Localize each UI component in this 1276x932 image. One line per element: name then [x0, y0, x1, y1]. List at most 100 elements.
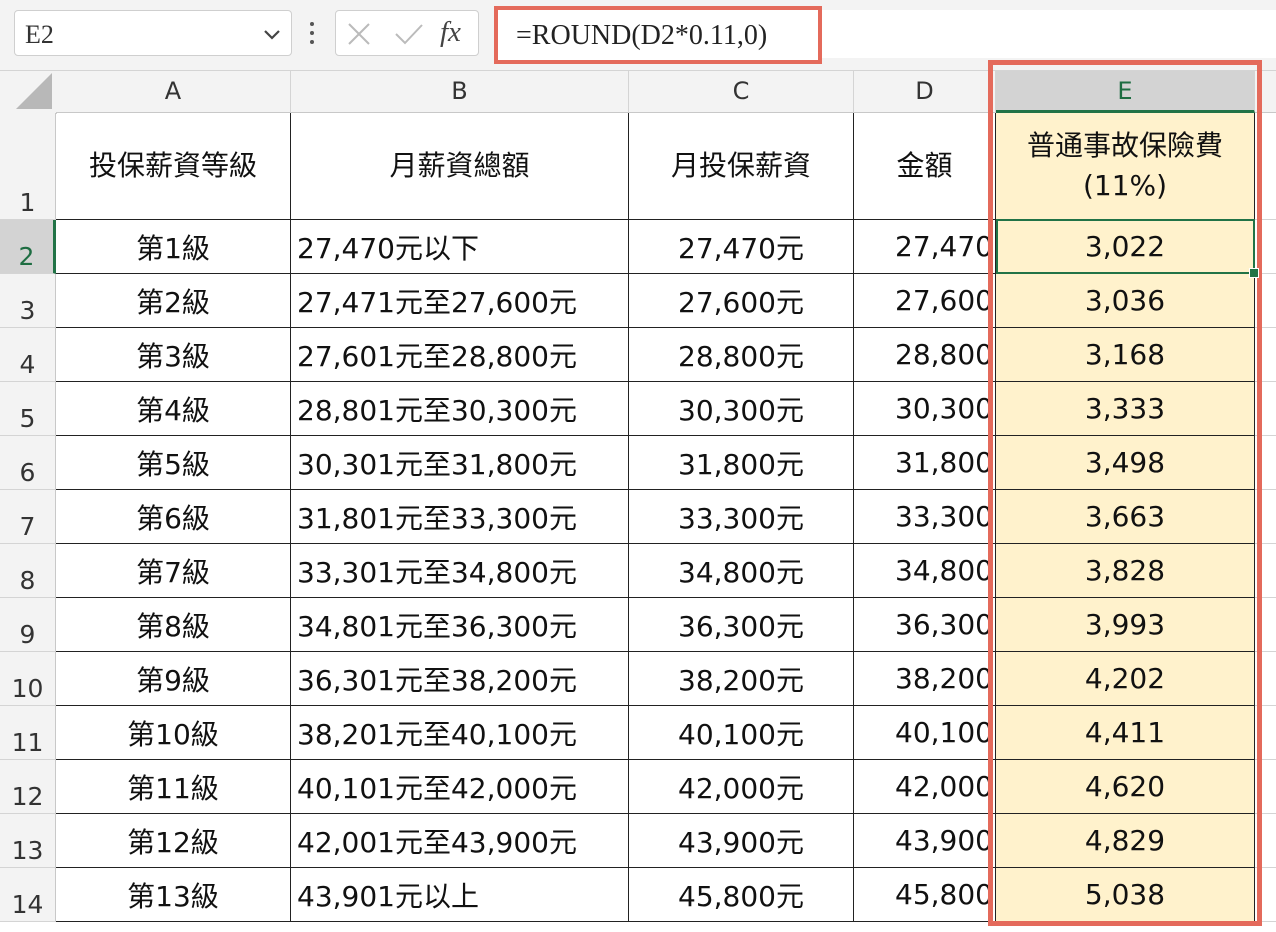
fill-handle[interactable]	[1249, 268, 1259, 278]
cell-b3[interactable]: 27,471元至27,600元	[291, 274, 629, 328]
cell-f11[interactable]	[1255, 706, 1276, 760]
column-header-c[interactable]: C	[629, 71, 854, 113]
cell-c7[interactable]: 33,300元	[629, 490, 854, 544]
cell-c14[interactable]: 45,800元	[629, 868, 854, 922]
row-header-12[interactable]: 12	[0, 760, 56, 814]
cell-a12[interactable]: 第11級	[56, 760, 291, 814]
cell-e5[interactable]: 3,333	[996, 382, 1255, 436]
formula-input[interactable]: =ROUND(D2*0.11,0)	[494, 6, 822, 64]
cell-d4[interactable]: 28,800	[854, 328, 996, 382]
row-header-13[interactable]: 13	[0, 814, 56, 868]
cell-d12[interactable]: 42,000	[854, 760, 996, 814]
cell-d9[interactable]: 36,300	[854, 598, 996, 652]
cell-a10[interactable]: 第9級	[56, 652, 291, 706]
cell-f9[interactable]	[1255, 598, 1276, 652]
cell-c11[interactable]: 40,100元	[629, 706, 854, 760]
cell-d2[interactable]: 27,470	[854, 220, 996, 274]
cell-b14[interactable]: 43,901元以上	[291, 868, 629, 922]
column-header-f[interactable]	[1255, 71, 1276, 113]
cell-b10[interactable]: 36,301元至38,200元	[291, 652, 629, 706]
cell-f12[interactable]	[1255, 760, 1276, 814]
row-header-5[interactable]: 5	[0, 382, 56, 436]
cell-a13[interactable]: 第12級	[56, 814, 291, 868]
header-cell-e[interactable]: 普通事故保險費 (11%)	[996, 113, 1255, 220]
cell-f4[interactable]	[1255, 328, 1276, 382]
column-header-e[interactable]: E	[996, 71, 1255, 113]
cell-b5[interactable]: 28,801元至30,300元	[291, 382, 629, 436]
row-header-11[interactable]: 11	[0, 706, 56, 760]
cell-c5[interactable]: 30,300元	[629, 382, 854, 436]
row-header-14[interactable]: 14	[0, 868, 56, 922]
cell-e3[interactable]: 3,036	[996, 274, 1255, 328]
row-header-2[interactable]: 2	[0, 220, 56, 274]
cell-e7[interactable]: 3,663	[996, 490, 1255, 544]
header-cell-a[interactable]: 投保薪資等級	[56, 113, 291, 220]
cell-d7[interactable]: 33,300	[854, 490, 996, 544]
cell-e8[interactable]: 3,828	[996, 544, 1255, 598]
cell-f3[interactable]	[1255, 274, 1276, 328]
cell-a8[interactable]: 第7級	[56, 544, 291, 598]
row-header-4[interactable]: 4	[0, 328, 56, 382]
cell-c8[interactable]: 34,800元	[629, 544, 854, 598]
cell-c3[interactable]: 27,600元	[629, 274, 854, 328]
cell-a7[interactable]: 第6級	[56, 490, 291, 544]
cell-b9[interactable]: 34,801元至36,300元	[291, 598, 629, 652]
cell-c6[interactable]: 31,800元	[629, 436, 854, 490]
row-header-3[interactable]: 3	[0, 274, 56, 328]
cell-a6[interactable]: 第5級	[56, 436, 291, 490]
cell-e14[interactable]: 5,038	[996, 868, 1255, 922]
cell-d5[interactable]: 30,300	[854, 382, 996, 436]
cell-f6[interactable]	[1255, 436, 1276, 490]
cell-d11[interactable]: 40,100	[854, 706, 996, 760]
cell-f13[interactable]	[1255, 814, 1276, 868]
column-header-d[interactable]: D	[854, 71, 996, 113]
row-header-7[interactable]: 7	[0, 490, 56, 544]
cell-c12[interactable]: 42,000元	[629, 760, 854, 814]
cell-a9[interactable]: 第8級	[56, 598, 291, 652]
cell-b2[interactable]: 27,470元以下	[291, 220, 629, 274]
cell-a4[interactable]: 第3級	[56, 328, 291, 382]
cell-e9[interactable]: 3,993	[996, 598, 1255, 652]
cell-b13[interactable]: 42,001元至43,900元	[291, 814, 629, 868]
header-cell-d[interactable]: 金額	[854, 113, 996, 220]
cell-a3[interactable]: 第2級	[56, 274, 291, 328]
column-header-b[interactable]: B	[291, 71, 629, 113]
name-box[interactable]: E2	[14, 10, 292, 56]
cell-f1[interactable]	[1255, 113, 1276, 220]
cell-d10[interactable]: 38,200	[854, 652, 996, 706]
cell-b12[interactable]: 40,101元至42,000元	[291, 760, 629, 814]
cell-a11[interactable]: 第10級	[56, 706, 291, 760]
row-header-9[interactable]: 9	[0, 598, 56, 652]
cell-b8[interactable]: 33,301元至34,800元	[291, 544, 629, 598]
cell-d8[interactable]: 34,800	[854, 544, 996, 598]
cell-f2[interactable]	[1255, 220, 1276, 274]
cell-d3[interactable]: 27,600	[854, 274, 996, 328]
cell-c2[interactable]: 27,470元	[629, 220, 854, 274]
cell-d13[interactable]: 43,900	[854, 814, 996, 868]
column-header-a[interactable]: A	[56, 71, 291, 113]
cell-f8[interactable]	[1255, 544, 1276, 598]
cell-a14[interactable]: 第13級	[56, 868, 291, 922]
cell-c9[interactable]: 36,300元	[629, 598, 854, 652]
cell-a5[interactable]: 第4級	[56, 382, 291, 436]
row-header-1[interactable]: 1	[0, 113, 56, 220]
cell-d6[interactable]: 31,800	[854, 436, 996, 490]
cell-f10[interactable]	[1255, 652, 1276, 706]
cell-e4[interactable]: 3,168	[996, 328, 1255, 382]
cell-c13[interactable]: 43,900元	[629, 814, 854, 868]
row-header-10[interactable]: 10	[0, 652, 56, 706]
cell-e13[interactable]: 4,829	[996, 814, 1255, 868]
cell-e2[interactable]: 3,022	[996, 220, 1255, 274]
cancel-icon[interactable]	[346, 21, 372, 47]
cell-b6[interactable]: 30,301元至31,800元	[291, 436, 629, 490]
cell-c4[interactable]: 28,800元	[629, 328, 854, 382]
cell-b7[interactable]: 31,801元至33,300元	[291, 490, 629, 544]
select-all-corner[interactable]	[0, 71, 57, 114]
insert-function-icon[interactable]: fx	[440, 16, 461, 49]
cell-b11[interactable]: 38,201元至40,100元	[291, 706, 629, 760]
cell-c10[interactable]: 38,200元	[629, 652, 854, 706]
cell-e11[interactable]: 4,411	[996, 706, 1255, 760]
cell-f7[interactable]	[1255, 490, 1276, 544]
cell-b4[interactable]: 27,601元至28,800元	[291, 328, 629, 382]
row-header-8[interactable]: 8	[0, 544, 56, 598]
